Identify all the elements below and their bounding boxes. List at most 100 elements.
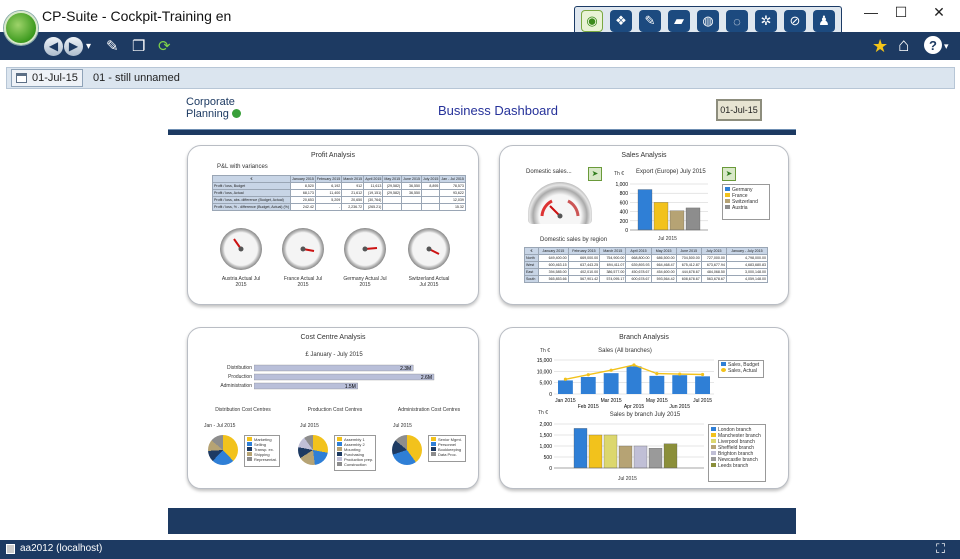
cell: 694,411.07 xyxy=(599,261,627,269)
domestic-region-title: Domestic sales by region xyxy=(540,237,608,243)
pie-legend: Senior Mgmt. Personnel Bookkeeping Data … xyxy=(428,435,466,462)
corner-cell: € xyxy=(524,247,539,255)
cell: 394,585.00 xyxy=(538,268,569,276)
gauge-label: France Actual Jul 2015 xyxy=(278,276,328,288)
x-tick-label: Jun 2015 xyxy=(669,404,690,410)
export-chart[interactable]: 0 200 400 600 800 1,000 xyxy=(604,180,712,236)
module-settings-icon[interactable]: ✲ xyxy=(755,10,777,32)
bar xyxy=(649,375,665,394)
module-people-icon[interactable]: ♟ xyxy=(813,10,835,32)
profit-unit: € xyxy=(211,175,292,183)
gauge-switzerland[interactable] xyxy=(408,228,450,270)
cell: 664,468.47 xyxy=(650,261,677,269)
bar xyxy=(254,382,358,390)
legend-item: Representat. xyxy=(247,457,277,462)
branch-bars-chart[interactable]: 0 500 1,000 1,500 2,000 xyxy=(520,420,706,476)
logo-line-2: Planning xyxy=(186,108,229,120)
administration-pie[interactable] xyxy=(392,435,422,465)
point xyxy=(655,372,659,376)
profit-title: Profit Analysis xyxy=(311,152,355,159)
cell: 5,209 xyxy=(314,196,343,204)
pie-title: Production Cost Centres xyxy=(307,407,363,413)
maximize-button[interactable]: ☐ xyxy=(886,4,916,21)
bar-value: 2.3M xyxy=(400,366,411,372)
legend-item: Construction xyxy=(337,462,373,467)
date-picker[interactable]: 01-Jul-15 xyxy=(11,69,83,87)
close-button[interactable]: ✕ xyxy=(924,4,954,21)
cell: 444,678.67 xyxy=(675,268,702,276)
cell: 11,400 xyxy=(314,189,343,197)
minimize-button[interactable]: — xyxy=(856,4,886,20)
date-bar: 01-Jul-15 01 - still unnamed xyxy=(6,67,955,89)
cost-title: Cost Centre Analysis xyxy=(300,334,366,341)
status-bar: aa2012 (localhost) ⛶ xyxy=(0,540,960,559)
x-tick-label: May 2015 xyxy=(646,398,668,404)
tick-label: 800 xyxy=(620,191,629,197)
help-icon[interactable]: ? xyxy=(924,36,942,54)
cell: 600,678.67 xyxy=(625,275,652,283)
cell: 36,550 xyxy=(401,182,422,190)
module-cycle-icon[interactable]: ◌ xyxy=(726,10,748,32)
scenario-label[interactable]: 01 - still unnamed xyxy=(93,72,180,84)
refresh-icon[interactable]: ⟳ xyxy=(158,36,171,56)
point xyxy=(700,372,705,377)
cost-centre-panel[interactable]: Cost Centre Analysis £ January - July 20… xyxy=(187,327,479,489)
cell: (29,582) xyxy=(382,189,403,197)
cell: 68,173 xyxy=(290,189,316,197)
legend-label: Data Proc. xyxy=(438,452,457,457)
cell: 8,895 xyxy=(420,182,441,190)
module-plan-icon[interactable]: ✎ xyxy=(639,10,661,32)
cost-bar-chart[interactable]: 2.3M 2.6M 1.5M xyxy=(254,363,450,391)
export-legend: Germany France Switzerland Austria xyxy=(722,184,770,220)
production-pie[interactable] xyxy=(298,435,328,465)
profit-col: May 2015 xyxy=(382,175,403,183)
help-dropdown-icon[interactable]: ▾ xyxy=(944,36,949,56)
gauge-needle-icon xyxy=(426,246,440,255)
module-compass-icon[interactable]: ⊘ xyxy=(784,10,806,32)
legend-label: Sales, Actual xyxy=(728,368,757,374)
branch-sales-chart[interactable]: 0 5,000 10,000 15,000 Jan 2015Feb 2015Mar 20… xyxy=(520,356,718,416)
pen-icon[interactable]: ✎ xyxy=(106,36,119,56)
window-title: CP-Suite - Cockpit-Training en xyxy=(42,8,232,24)
domestic-sales-gauge[interactable] xyxy=(528,182,592,224)
legend-label: Construction xyxy=(344,462,367,467)
table-row: West 600,463.15 637,443.25 694,411.07 639,89… xyxy=(524,261,769,269)
back-button[interactable]: ◀ xyxy=(44,36,63,56)
drilldown-arrow-icon[interactable]: ➤ xyxy=(588,167,602,181)
dashboard-date[interactable]: 01-Jul-15 xyxy=(716,99,762,121)
home-icon[interactable]: ⌂ xyxy=(898,35,909,56)
tick-label: 0 xyxy=(549,392,552,398)
fullscreen-icon[interactable]: ⛶ xyxy=(936,541,945,557)
branch-legend: Sales, Budget Sales, Actual xyxy=(718,360,764,378)
cell: 6,192 xyxy=(314,182,343,190)
table-row: Profit / loss, Budget 8,520 6,192 912 11,613… xyxy=(211,182,466,190)
export-title: Export (Europe) July 2015 xyxy=(636,169,706,175)
app-window: CP-Suite - Cockpit-Training en ◉ ❖ ✎ ▰ ◍… xyxy=(0,0,960,559)
module-group-icon[interactable]: ❖ xyxy=(610,10,632,32)
branch-sales-unit: Th € xyxy=(540,348,551,354)
cell: 675,412.87 xyxy=(675,261,702,269)
module-globe-icon[interactable]: ◍ xyxy=(697,10,719,32)
profit-analysis-panel[interactable]: Profit Analysis P&L with variances € Janu… xyxy=(187,145,479,305)
copy-icon[interactable]: ❐ xyxy=(132,36,145,56)
cell xyxy=(420,196,441,204)
tick-label: 10,000 xyxy=(537,369,553,375)
star-icon[interactable]: ★ xyxy=(872,36,888,56)
module-money-icon[interactable]: ▰ xyxy=(668,10,690,32)
cell: 912 xyxy=(341,182,365,190)
forward-button[interactable]: ▶ xyxy=(64,36,83,56)
profit-table: € January 2015 February 2015 March 2015 Apri… xyxy=(211,175,466,211)
sales-analysis-panel[interactable]: Sales Analysis Domestic sales... ➤ Th € … xyxy=(499,145,789,305)
gauge-austria[interactable] xyxy=(220,228,262,270)
branch-analysis-panel[interactable]: Branch Analysis Sales (All branches) Th … xyxy=(499,327,789,489)
gauge-germany[interactable] xyxy=(344,228,386,270)
table-row: Profit / loss, % - difference (Budget, A… xyxy=(211,203,466,211)
cell: 754,900.00 xyxy=(599,254,627,262)
drilldown-arrow-icon[interactable]: ➤ xyxy=(722,167,736,181)
gauge-france[interactable] xyxy=(282,228,324,270)
tick-label: 1,000 xyxy=(539,444,552,450)
history-dropdown-icon[interactable]: ▾ xyxy=(86,36,91,56)
cell: 4,059,148.00 xyxy=(725,275,769,283)
distribution-pie[interactable] xyxy=(208,435,238,465)
module-cockpit-icon[interactable]: ◉ xyxy=(581,10,603,32)
